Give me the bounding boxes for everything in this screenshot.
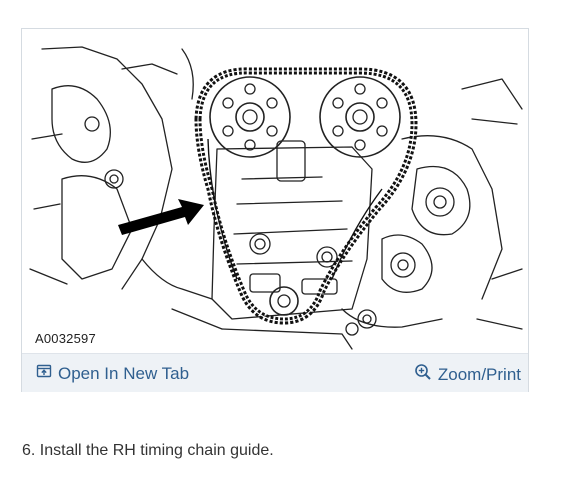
zoom-print-link[interactable]: Zoom/Print xyxy=(414,363,521,386)
open-in-new-tab-icon xyxy=(36,363,52,384)
step-instruction: 6. Install the RH timing chain guide. xyxy=(22,442,274,459)
callout-arrow xyxy=(118,199,204,235)
magnifier-plus-icon xyxy=(414,363,432,386)
figure-card: A0032597 Open In New Tab Zoom/Print xyxy=(21,28,529,392)
open-in-new-tab-link[interactable]: Open In New Tab xyxy=(36,363,189,384)
open-in-new-tab-label: Open In New Tab xyxy=(58,363,190,383)
figure-toolbar: Open In New Tab Zoom/Print xyxy=(22,353,528,392)
engine-line-drawing xyxy=(29,46,523,350)
timing-chain-illustration[interactable]: A0032597 xyxy=(22,29,528,353)
zoom-print-label: Zoom/Print xyxy=(437,364,521,384)
figure-caption: A0032597 xyxy=(35,331,96,346)
